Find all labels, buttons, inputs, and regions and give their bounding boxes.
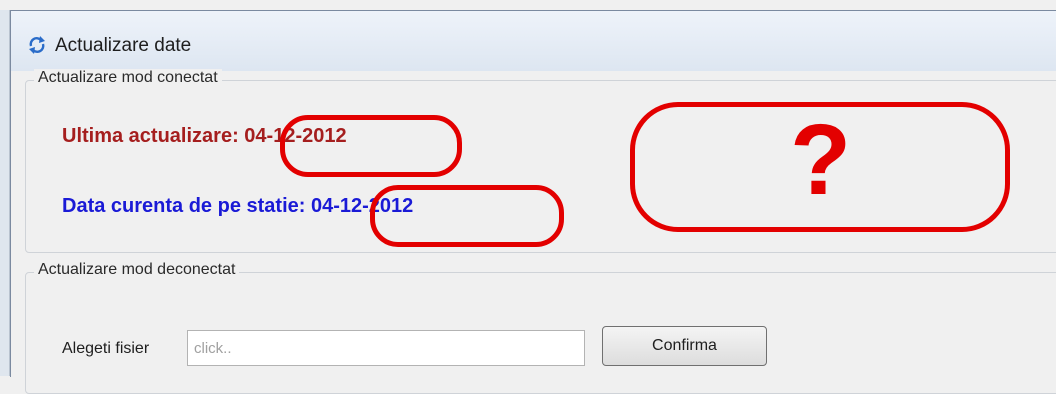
confirm-button[interactable]: Confirma [602,326,767,366]
current-date-label: Data curenta de pe statie: 04-12-2012 [62,195,414,217]
connected-group-legend: Actualizare mod conectat [34,69,222,87]
window-title: Actualizare date [55,35,192,56]
choose-file-label: Alegeti fisier [62,340,150,357]
disconnected-group-legend: Actualizare mod deconectat [34,261,240,279]
annotation-circle-last-update [280,115,462,177]
file-path-input[interactable] [187,330,585,366]
question-mark-annotation: ? [790,104,852,216]
annotation-circle-current-date [370,185,564,247]
background-window-edge [0,10,10,376]
refresh-icon [29,36,45,54]
title-bar[interactable]: Actualizare date [11,11,1056,71]
